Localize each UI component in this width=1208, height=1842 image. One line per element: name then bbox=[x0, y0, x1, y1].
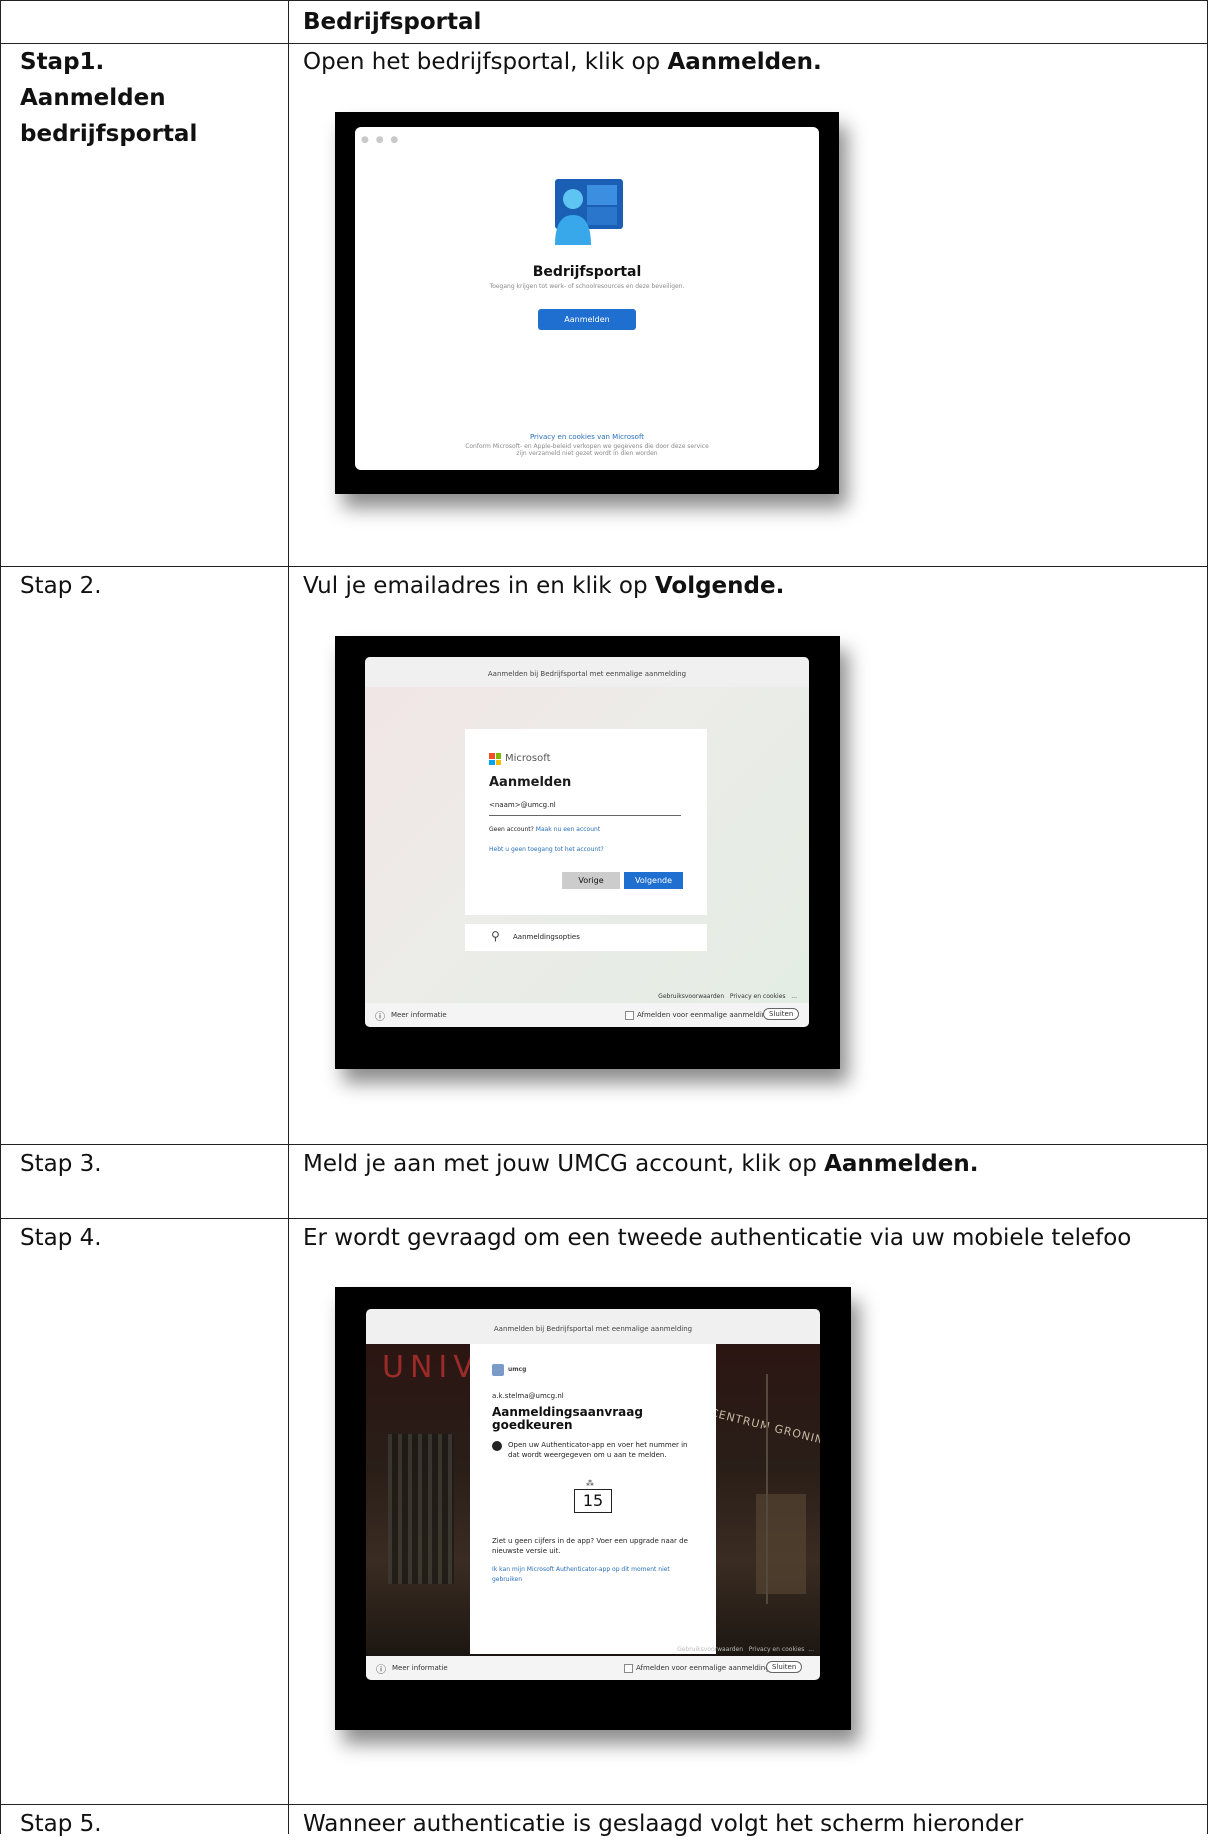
info-icon: ⓘ bbox=[375, 1012, 385, 1023]
account-email: a.k.stelma@umcg.nl bbox=[492, 1392, 564, 1400]
step1-label-line2: Aanmelden bbox=[20, 85, 166, 111]
street-lamp-icon bbox=[766, 1374, 768, 1604]
aanmelden-button[interactable]: Aanmelden bbox=[538, 309, 636, 330]
sso-checkbox[interactable] bbox=[624, 1664, 633, 1673]
step2-instruction: Vul je emailadres in en klik op Volgende… bbox=[303, 568, 784, 604]
step5-instruction: Wanneer authenticatie is geslaagd volgt … bbox=[303, 1811, 1024, 1837]
email-field[interactable]: <naam>@umcg.nl bbox=[489, 801, 681, 816]
approval-number: 15 bbox=[574, 1489, 612, 1513]
microsoft-logo-icon bbox=[489, 753, 501, 765]
company-portal-window: ● ● ● Bedrijfsportal Toegang krijgen tot… bbox=[355, 127, 819, 470]
more-options-icon[interactable]: ... bbox=[808, 1646, 814, 1653]
step3-instruction: Meld je aan met jouw UMCG account, klik … bbox=[303, 1146, 978, 1182]
no-account-line: Geen account? Maak nu een account bbox=[489, 826, 600, 833]
org-name: umcg bbox=[508, 1366, 527, 1373]
sparkle-icon: ⁂ bbox=[586, 1479, 594, 1488]
step2-instruction-text: Vul je emailadres in en klik op bbox=[303, 573, 655, 599]
cant-use-link[interactable]: Ik kan mijn Microsoft Authenticator-app … bbox=[492, 1565, 692, 1585]
building-text-right: CENTRUM GRONINGEN bbox=[708, 1406, 820, 1454]
approval-heading: Aanmeldingsaanvraag goedkeuren bbox=[492, 1405, 643, 1432]
sso-signout-label: Afmelden voor eenmalige aanmelding bbox=[636, 1664, 770, 1672]
consent-line-2: zijn verzameld niet gezet wordt in dien … bbox=[516, 450, 658, 457]
step1-label-line3: bedrijfsportal bbox=[20, 121, 198, 147]
table-border-row2 bbox=[0, 1144, 1208, 1145]
more-options-icon[interactable]: ... bbox=[791, 993, 797, 1000]
sso-signout-label: Afmelden voor eenmalige aanmelding bbox=[637, 1011, 771, 1019]
key-icon: ⚲ bbox=[491, 929, 500, 943]
building-window-glow bbox=[388, 1434, 454, 1584]
approval-bottom-bar: ⓘ Meer informatie Afmelden voor eenmalig… bbox=[366, 1656, 820, 1680]
screenshot-microsoft-signin: Aanmelden bij Bedrijfsportal met eenmali… bbox=[335, 636, 840, 1069]
step4-label: Stap 4. bbox=[20, 1225, 102, 1251]
building-text-left: UNIV bbox=[382, 1350, 480, 1385]
next-button[interactable]: Volgende bbox=[624, 872, 683, 889]
step1-instruction: Open het bedrijfsportal, klik op Aanmeld… bbox=[303, 44, 822, 80]
portal-subtitle: Toegang krijgen tot werk- of schoolresou… bbox=[489, 283, 685, 290]
approval-window: Aanmelden bij Bedrijfsportal met eenmali… bbox=[366, 1309, 820, 1680]
signin-window: Aanmelden bij Bedrijfsportal met eenmali… bbox=[365, 657, 809, 1027]
screenshot-company-portal: ● ● ● Bedrijfsportal Toegang krijgen tot… bbox=[335, 112, 839, 494]
table-header: Bedrijfsportal bbox=[303, 9, 482, 35]
terms-link[interactable]: Gebruiksvoorwaarden bbox=[677, 1646, 743, 1653]
step3-instruction-text: Meld je aan met jouw UMCG account, klik … bbox=[303, 1151, 825, 1177]
building-window-glow-right bbox=[756, 1494, 806, 1594]
step1-instruction-text: Open het bedrijfsportal, klik op bbox=[303, 49, 668, 75]
lock-icon bbox=[492, 1441, 502, 1451]
approval-window-title: Aanmelden bij Bedrijfsportal met eenmali… bbox=[366, 1309, 820, 1344]
signin-options-card[interactable]: ⚲ Aanmeldingsopties bbox=[465, 924, 707, 951]
privacy-cookies-link[interactable]: Privacy en cookies bbox=[749, 1646, 805, 1653]
step3-instruction-action: Aanmelden. bbox=[824, 1151, 979, 1177]
umcg-logo-icon bbox=[492, 1364, 504, 1376]
no-access-link[interactable]: Hebt u geen toegang tot het account? bbox=[489, 846, 604, 853]
approval-footer-links: Gebruiksvoorwaarden Privacy en cookies .… bbox=[677, 1646, 814, 1653]
table-border-row3 bbox=[0, 1218, 1208, 1219]
signin-options-label: Aanmeldingsopties bbox=[513, 933, 580, 941]
signin-window-title: Aanmelden bij Bedrijfsportal met eenmali… bbox=[365, 657, 809, 687]
create-account-link[interactable]: Maak nu een account bbox=[536, 826, 600, 833]
table-border-row4 bbox=[0, 1804, 1208, 1805]
close-button[interactable]: Sluiten bbox=[766, 1661, 803, 1673]
table-border-left bbox=[0, 0, 1, 1834]
step2-label: Stap 2. bbox=[20, 573, 102, 599]
signin-bottom-bar: ⓘ Meer informatie Afmelden voor eenmalig… bbox=[365, 1003, 809, 1027]
step1-instruction-action: Aanmelden. bbox=[667, 49, 822, 75]
signin-card: Microsoft Aanmelden <naam>@umcg.nl Geen … bbox=[465, 729, 707, 915]
no-numbers-text: Ziet u geen cijfers in de app? Voer een … bbox=[492, 1537, 688, 1555]
table-border-middle bbox=[288, 0, 289, 1834]
sso-checkbox[interactable] bbox=[625, 1011, 634, 1020]
table-border-top bbox=[0, 0, 1208, 1]
approval-card: umcg a.k.stelma@umcg.nl Aanmeldingsaanvr… bbox=[470, 1344, 716, 1654]
approval-instruction: Open uw Authenticator-app en voer het nu… bbox=[508, 1441, 688, 1459]
back-button[interactable]: Vorige bbox=[562, 872, 620, 889]
footer-links: Gebruiksvoorwaarden Privacy en cookies .… bbox=[658, 993, 797, 1000]
privacy-link[interactable]: Privacy en cookies van Microsoft bbox=[355, 433, 819, 441]
table-border-row1 bbox=[0, 566, 1208, 567]
document-page: Bedrijfsportal Stap1. Aanmelden bedrijfs… bbox=[0, 0, 1208, 1837]
terms-link[interactable]: Gebruiksvoorwaarden bbox=[658, 993, 724, 1000]
portal-title: Bedrijfsportal bbox=[532, 264, 642, 280]
step4-instruction: Er wordt gevraagd om een tweede authenti… bbox=[303, 1225, 1132, 1251]
signin-heading: Aanmelden bbox=[489, 775, 572, 790]
microsoft-brand: Microsoft bbox=[505, 753, 551, 764]
step2-instruction-action: Volgende. bbox=[654, 573, 785, 599]
step3-label: Stap 3. bbox=[20, 1151, 102, 1177]
info-icon: ⓘ bbox=[376, 1665, 386, 1676]
privacy-cookies-link[interactable]: Privacy en cookies bbox=[730, 993, 786, 1000]
screenshot-authenticator-approval: Aanmelden bij Bedrijfsportal met eenmali… bbox=[335, 1287, 851, 1730]
no-account-text: Geen account? bbox=[489, 826, 534, 833]
step1-label-line1: Stap1. bbox=[20, 49, 105, 75]
step5-label: Stap 5. bbox=[20, 1811, 102, 1837]
more-info-link[interactable]: Meer informatie bbox=[392, 1664, 448, 1672]
company-portal-app-icon bbox=[555, 179, 623, 245]
window-controls-icon: ● ● ● bbox=[361, 135, 401, 145]
more-info-link[interactable]: Meer informatie bbox=[391, 1011, 447, 1019]
close-button[interactable]: Sluiten bbox=[763, 1008, 800, 1020]
